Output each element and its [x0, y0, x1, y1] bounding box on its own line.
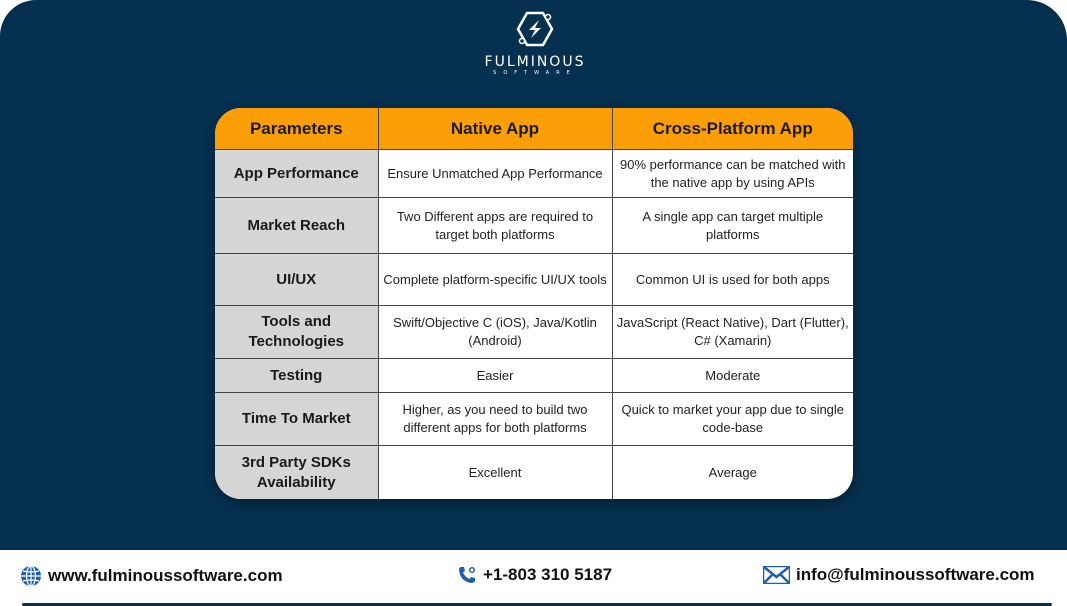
hexagon-bolt-icon [516, 11, 554, 47]
parameter-cell: UI/UX [215, 253, 379, 306]
native-cell: Higher, as you need to build two differe… [378, 392, 613, 446]
parameter-cell: 3rd Party SDKs Availability [215, 445, 379, 499]
phone-icon [459, 566, 476, 583]
table-row: App Performance Ensure Unmatched App Per… [215, 149, 853, 198]
mail-icon [763, 566, 790, 584]
table-row: Tools and Technologies Swift/Objective C… [215, 305, 853, 359]
cross-cell: Quick to market your app due to single c… [612, 392, 853, 446]
email-link[interactable]: info@fulminoussoftware.com [763, 565, 1035, 585]
native-cell: Easier [378, 358, 613, 393]
brand-name: FULMINOUS [484, 54, 586, 70]
header-parameters: Parameters [215, 108, 379, 150]
brand-tagline: SOFTWARE [493, 70, 577, 76]
parameter-cell: Testing [215, 358, 379, 393]
native-cell: Complete platform-specific UI/UX tools [378, 253, 613, 306]
cross-cell: JavaScript (React Native), Dart (Flutter… [612, 305, 853, 359]
globe-icon [21, 565, 41, 587]
table-header-row: Parameters Native App Cross-Platform App [215, 108, 853, 150]
native-cell: Two Different apps are required to targe… [378, 197, 613, 254]
parameter-cell: Tools and Technologies [215, 305, 379, 359]
cross-cell: Moderate [612, 358, 853, 393]
header-cross-platform-app: Cross-Platform App [612, 108, 853, 150]
native-cell: Swift/Objective C (iOS), Java/Kotlin (An… [378, 305, 613, 359]
website-text: www.fulminoussoftware.com [48, 566, 283, 585]
native-cell: Ensure Unmatched App Performance [378, 149, 613, 198]
table-row: Market Reach Two Different apps are requ… [215, 197, 853, 254]
cross-cell: Average [708, 465, 757, 481]
table-row: Time To Market Higher, as you need to bu… [215, 392, 853, 446]
email-text: info@fulminoussoftware.com [796, 565, 1035, 584]
parameter-cell: Time To Market [215, 392, 379, 446]
header-native-app: Native App [378, 108, 613, 150]
brand-logo: FULMINOUS SOFTWARE [470, 10, 600, 85]
phone-link[interactable]: +1-803 310 5187 [457, 565, 612, 585]
cross-cell: Common UI is used for both apps [612, 253, 853, 306]
parameter-cell: App Performance [215, 149, 379, 198]
parameter-cell: Market Reach [215, 197, 379, 254]
cross-cell: A single app can target multiple platfor… [612, 197, 853, 254]
comparison-table: Parameters Native App Cross-Platform App… [215, 108, 853, 499]
table-row: 3rd Party SDKs Availability Excellent Av… [215, 445, 853, 499]
website-link[interactable]: www.fulminoussoftware.com [20, 565, 283, 587]
table-row: UI/UX Complete platform-specific UI/UX t… [215, 253, 853, 306]
native-cell: Excellent [378, 445, 613, 499]
cross-cell: 90% performance can be matched with the … [612, 149, 853, 198]
phone-text: +1-803 310 5187 [483, 565, 613, 584]
table-row: Testing Easier Moderate [215, 358, 853, 393]
